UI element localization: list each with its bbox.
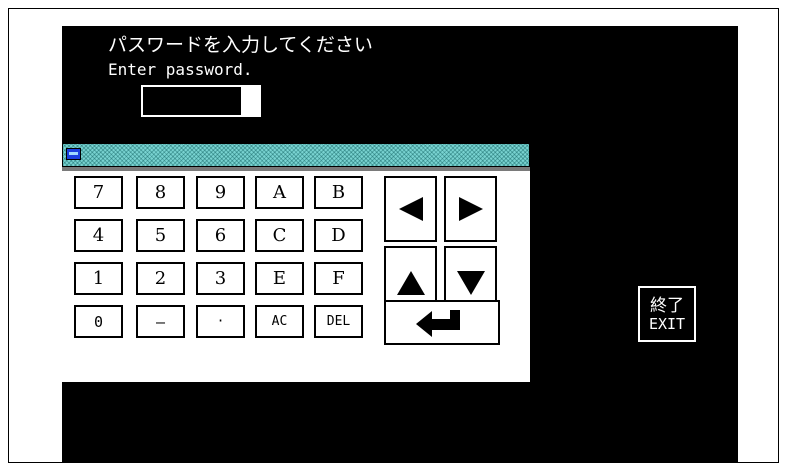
arrow-left-button[interactable] xyxy=(384,176,437,242)
key-3[interactable]: 3 xyxy=(196,262,245,295)
key-c[interactable]: C xyxy=(255,219,304,252)
key-9[interactable]: 9 xyxy=(196,176,245,209)
key-d[interactable]: D xyxy=(314,219,363,252)
key-dot[interactable]: · xyxy=(196,305,245,338)
key-a[interactable]: A xyxy=(255,176,304,209)
enter-icon xyxy=(416,309,460,337)
enter-button[interactable] xyxy=(384,300,500,345)
key-e[interactable]: E xyxy=(255,262,304,295)
prompt-english: Enter password. xyxy=(108,60,253,79)
key-4[interactable]: 4 xyxy=(74,219,123,252)
arrow-up-icon xyxy=(396,270,425,295)
text-cursor xyxy=(241,87,259,115)
key-5[interactable]: 5 xyxy=(136,219,185,252)
titlebar-divider xyxy=(62,167,530,171)
exit-label-en: EXIT xyxy=(648,314,686,333)
key-2[interactable]: 2 xyxy=(136,262,185,295)
key-b[interactable]: B xyxy=(314,176,363,209)
arrow-down-icon xyxy=(456,270,485,295)
key-del[interactable]: DEL xyxy=(314,305,363,338)
key-1[interactable]: 1 xyxy=(74,262,123,295)
prompt-japanese: パスワードを入力してください xyxy=(108,34,373,56)
key-minus[interactable]: — xyxy=(136,305,185,338)
keypad-window: 7 8 9 A B 4 5 6 C D 1 2 3 E F 0 — · AC D… xyxy=(62,143,530,382)
keypad-titlebar[interactable] xyxy=(62,143,530,167)
arrow-left-icon xyxy=(398,197,423,221)
exit-button[interactable]: 終了 EXIT xyxy=(638,286,696,342)
arrow-right-button[interactable] xyxy=(444,176,497,242)
password-input[interactable] xyxy=(141,85,261,117)
key-7[interactable]: 7 xyxy=(74,176,123,209)
key-6[interactable]: 6 xyxy=(196,219,245,252)
key-ac[interactable]: AC xyxy=(255,305,304,338)
key-8[interactable]: 8 xyxy=(136,176,185,209)
exit-label-jp: 終了 xyxy=(650,295,684,316)
arrow-right-icon xyxy=(458,197,483,221)
window-menu-icon[interactable] xyxy=(66,148,81,160)
key-f[interactable]: F xyxy=(314,262,363,295)
key-0[interactable]: 0 xyxy=(74,305,123,338)
